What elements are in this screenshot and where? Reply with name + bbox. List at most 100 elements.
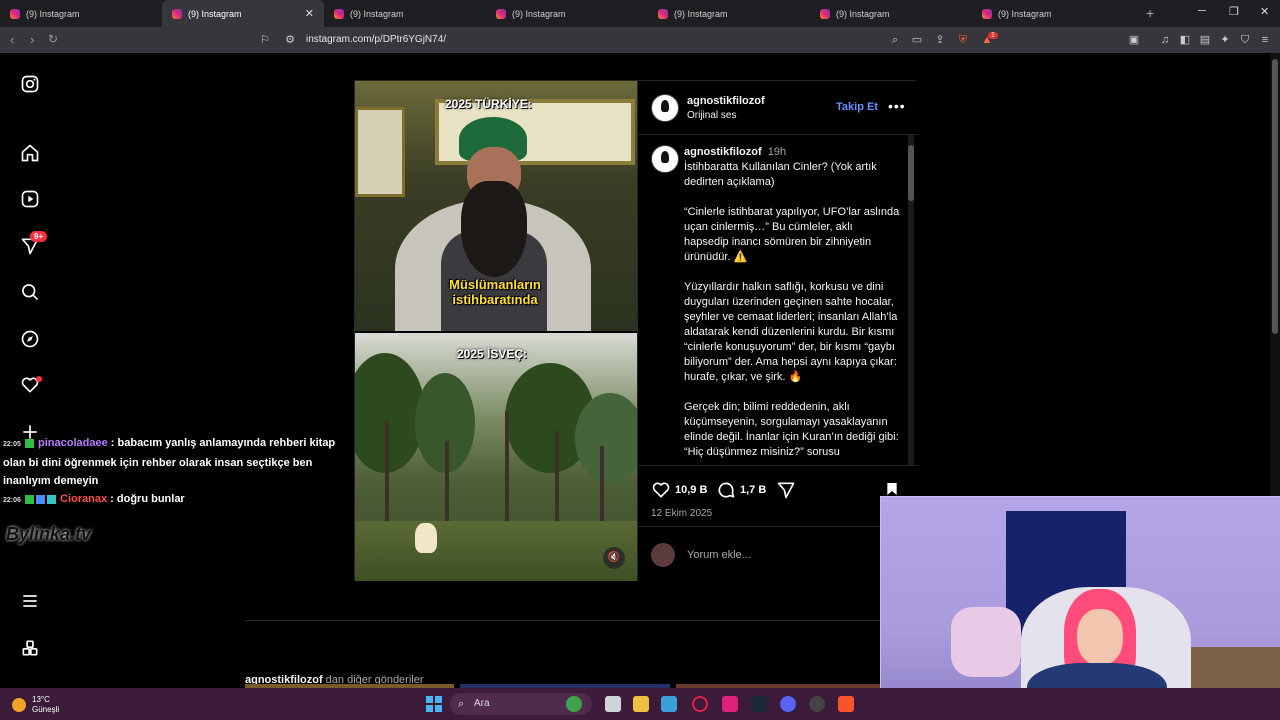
share-icon[interactable]: ⇪ [933, 33, 947, 47]
chat-username: pinacoladaee [38, 437, 108, 449]
minimize-icon[interactable]: ─ [1198, 5, 1206, 17]
tab-title: (9) Instagram [188, 8, 242, 19]
browser-tab[interactable]: (9) Instagram [324, 0, 486, 27]
rewards-badge: 1 [988, 32, 998, 39]
instagram-favicon-icon [658, 8, 668, 19]
page-scrollbar-thumb[interactable] [1272, 59, 1278, 334]
browser-tab[interactable]: (9) Instagram [810, 0, 972, 27]
cast-icon[interactable]: ▭ [910, 33, 924, 47]
reload-icon[interactable]: ↻ [48, 32, 58, 46]
post-caption: agnostikfilozof 19h İstihbaratta Kullanı… [684, 145, 900, 465]
site-info-icon[interactable]: ⚙ [283, 33, 297, 47]
reels-icon[interactable] [20, 189, 40, 209]
browser-tab[interactable]: (9) Instagram [648, 0, 810, 27]
url-field[interactable]: instagram.com/p/DPtr6YGjN74/ [306, 34, 446, 45]
more-icon[interactable] [20, 591, 40, 611]
back-icon[interactable]: ‹ [10, 32, 14, 47]
instagram-logo-icon[interactable] [20, 74, 40, 94]
caption-username[interactable]: agnostikfilozof [684, 146, 762, 158]
post-media[interactable]: 2025 TÜRKİYE: Müslümanların istihbaratınd… [355, 81, 637, 581]
browser-tab[interactable]: (9) Instagram [0, 0, 162, 27]
task-view-icon[interactable] [605, 696, 621, 712]
more-options-icon[interactable]: ••• [888, 98, 906, 114]
also-from-meta-icon[interactable] [20, 638, 40, 658]
chat-badge-icon [24, 438, 34, 448]
explore-icon[interactable] [20, 329, 40, 349]
comment-box: Yorum ekle... [638, 526, 918, 582]
bookmark-icon[interactable]: ⚐ [258, 33, 272, 47]
post-sidebar: agnostikfilozof Orijinal ses Takip Et ••… [637, 81, 918, 581]
store-icon[interactable] [661, 696, 677, 712]
author-avatar[interactable] [651, 94, 679, 122]
section-divider [245, 620, 905, 621]
leo-ai-icon[interactable]: ✦ [1218, 33, 1232, 47]
home-icon[interactable] [20, 143, 40, 163]
sidebar-toggle-icon[interactable]: ▣ [1127, 33, 1141, 47]
video-frame-bottom: 2025 İSVEÇ: 🔇 [355, 333, 637, 581]
comment-input[interactable]: Yorum ekle... [687, 549, 751, 561]
weather-widget[interactable]: 13°C Güneşli [12, 695, 59, 715]
comment-icon [718, 482, 735, 498]
caption-paragraph-4: Gerçek din; bilimi reddedenin, aklı küçü… [684, 401, 899, 458]
steam-icon[interactable] [751, 696, 767, 712]
search-icon: ⌕ [458, 698, 465, 710]
browser-tab-active[interactable]: (9) Instagram ✕ [162, 0, 324, 27]
caption-middle-line-1: Müslümanların [449, 277, 541, 292]
scrollbar-thumb[interactable] [908, 145, 914, 201]
instagram-favicon-icon [172, 8, 182, 19]
tree-canopy [575, 393, 637, 483]
close-tab-icon[interactable]: ✕ [305, 7, 314, 20]
maximize-icon[interactable]: ❐ [1229, 5, 1239, 18]
like-button[interactable]: 10,9 B [651, 480, 707, 500]
author-username[interactable]: agnostikfilozof [687, 95, 765, 107]
brave-shield-icon[interactable]: ⛨ [956, 33, 970, 47]
menu-icon[interactable]: ≡ [1258, 33, 1272, 47]
app-icon[interactable] [722, 696, 738, 712]
new-tab-button[interactable]: + [1146, 5, 1154, 21]
media-icon[interactable]: ♫ [1158, 33, 1172, 47]
file-explorer-icon[interactable] [633, 696, 649, 712]
chat-badge-icon [35, 494, 45, 504]
chat-badge-icon [46, 494, 56, 504]
follow-button[interactable]: Takip Et [836, 101, 878, 113]
weather-condition: Güneşli [32, 705, 60, 714]
user-avatar [651, 543, 675, 567]
instagram-favicon-icon [10, 8, 20, 19]
caption-avatar[interactable] [651, 145, 679, 173]
stream-chat-overlay: 22:05 pinacoladaee : babacım yanlış anla… [3, 434, 343, 510]
tab-title: (9) Instagram [512, 8, 566, 19]
vpn-icon[interactable]: ⛉ [1238, 33, 1252, 47]
wallet-icon[interactable]: ▤ [1198, 33, 1212, 47]
chat-text: : doğru bunlar [107, 493, 185, 505]
discord-icon[interactable] [780, 696, 796, 712]
browser-tab[interactable]: (9) Instagram [972, 0, 1134, 27]
post-header: agnostikfilozof Orijinal ses Takip Et ••… [638, 81, 918, 135]
browser-tab[interactable]: (9) Instagram [486, 0, 648, 27]
start-icon[interactable] [426, 696, 442, 712]
widget-icon[interactable] [566, 696, 582, 712]
post-card: 2025 TÜRKİYE: Müslümanların istihbaratınd… [354, 80, 918, 581]
windows-taskbar: 13°C Güneşli ⌕ Ara [0, 688, 1280, 720]
zoom-icon[interactable]: ⌕ [888, 33, 902, 47]
forward-icon[interactable]: › [30, 32, 34, 47]
tab-title: (9) Instagram [836, 8, 890, 19]
search-icon[interactable] [20, 282, 40, 302]
heart-icon [652, 482, 670, 498]
caption-top: 2025 TÜRKİYE: [445, 97, 532, 111]
chat-message: 22:06 Cioranax : doğru bunlar [3, 490, 343, 510]
mute-icon[interactable]: 🔇 [603, 547, 625, 569]
opera-icon[interactable] [692, 696, 708, 712]
comment-button[interactable]: 1,7 B [716, 480, 766, 500]
caption-scrollbar[interactable] [908, 135, 914, 465]
instagram-favicon-icon [982, 8, 992, 19]
tab-title: (9) Instagram [674, 8, 728, 19]
like-count: 10,9 B [675, 484, 708, 496]
share-button[interactable] [776, 480, 796, 500]
audio-label[interactable]: Orijinal ses [687, 110, 736, 121]
obs-icon[interactable] [809, 696, 825, 712]
post-actions: 10,9 B 1,7 B 12 Ekim 2025 Yorum ekle... [638, 465, 918, 581]
reader-icon[interactable]: ◧ [1178, 33, 1192, 47]
window-close-icon[interactable]: ✕ [1260, 5, 1269, 18]
brave-icon[interactable] [838, 696, 854, 712]
post-date: 12 Ekim 2025 [651, 508, 713, 519]
